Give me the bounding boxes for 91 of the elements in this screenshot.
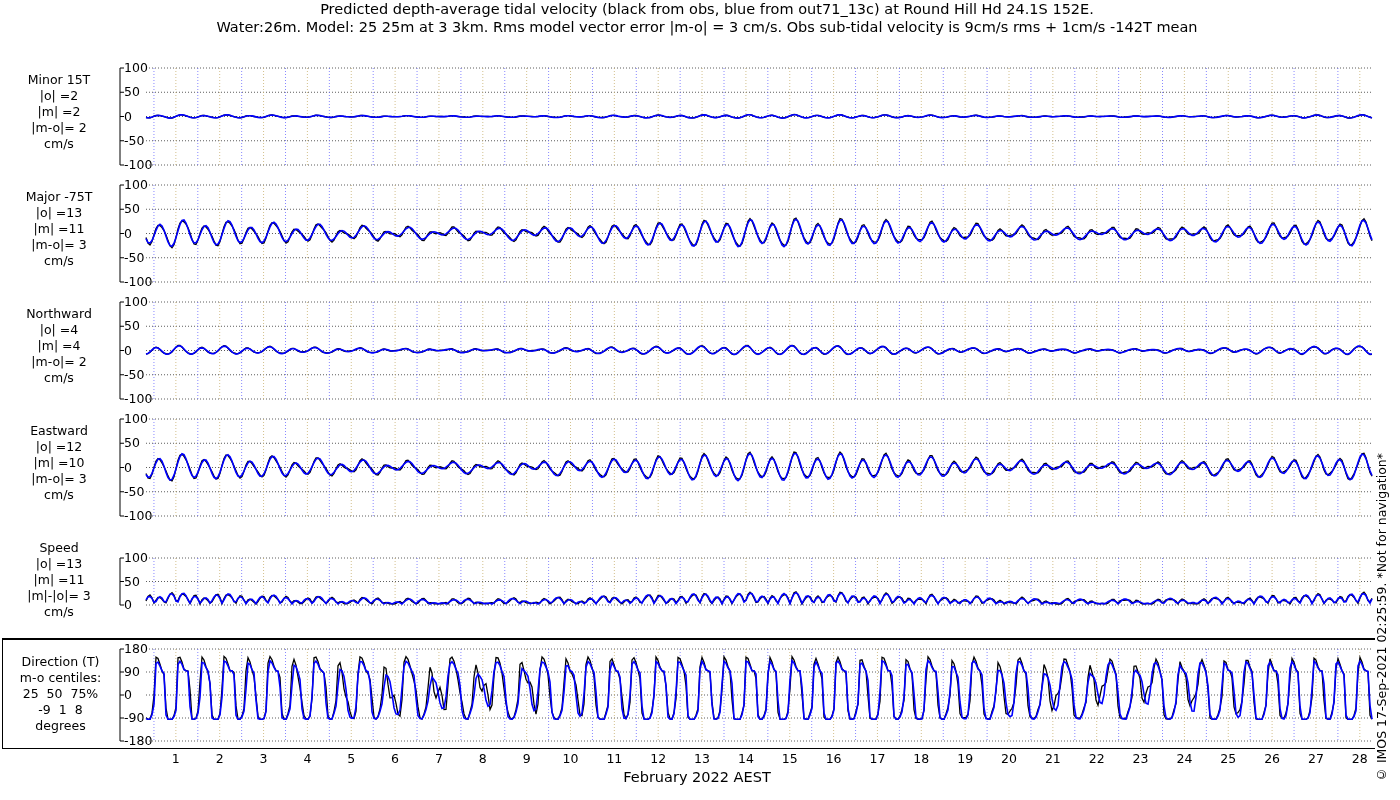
y-tick-label: 100 — [124, 411, 148, 426]
panel-label: |m| =11 — [33, 572, 85, 588]
x-tick-label: 5 — [347, 751, 356, 766]
y-tick-label: -100 — [124, 274, 153, 289]
x-tick-label: 15 — [781, 751, 798, 766]
x-tick-label: 16 — [825, 751, 842, 766]
y-tick-label: 0 — [124, 597, 132, 612]
panel-label: Eastward — [30, 423, 88, 439]
x-tick-label: 2 — [215, 751, 224, 766]
panel-label: |m-o|= 2 — [31, 120, 87, 136]
panel-label: m-o centiles: — [19, 670, 102, 686]
y-tick-label: 50 — [124, 435, 140, 451]
x-tick-label: 14 — [737, 751, 754, 766]
y-tick-label: -50 — [124, 483, 145, 499]
x-tick-label: 23 — [1132, 751, 1149, 766]
y-tick-label: 50 — [124, 201, 140, 217]
y-tick-label: 0 — [124, 342, 132, 358]
panel-label: cm/s — [44, 253, 74, 269]
x-tick-label: 27 — [1308, 751, 1324, 766]
y-tick-label: -50 — [124, 366, 145, 382]
panel-label: 25 50 75% — [22, 686, 99, 702]
panel-label: degrees — [35, 718, 86, 734]
y-tick-label: 0 — [124, 225, 132, 241]
x-axis-label: February 2022 AEST — [622, 769, 772, 785]
panel-label: |m| =4 — [37, 338, 81, 354]
y-tick-label: 100 — [124, 550, 148, 565]
x-tick-label: 13 — [694, 751, 710, 766]
x-tick-label: 19 — [957, 751, 974, 766]
x-tick-label: 12 — [650, 751, 667, 766]
panel-label: cm/s — [44, 604, 74, 620]
y-tick-label: 0 — [124, 459, 132, 475]
x-tick-label: 10 — [562, 751, 579, 766]
chart-title: Predicted depth-average tidal velocity (black from obs, blue from out71_13c) at Round Hill Hd 24.1S 152E. — [320, 0, 1094, 18]
panel-label: Northward — [26, 306, 92, 322]
panel-label: Major -75T — [25, 189, 93, 205]
y-tick-label: 100 — [124, 60, 148, 75]
panel-label: cm/s — [44, 136, 74, 152]
panel-label: Direction (T) — [21, 654, 100, 670]
y-tick-label: 50 — [124, 573, 140, 589]
x-tick-label: 9 — [522, 751, 531, 766]
x-tick-label: 26 — [1264, 751, 1281, 766]
copyright-note: © IMOS 17-Sep-2021 02:25:59. *Not for navigation* — [1374, 452, 1389, 782]
x-tick-label: 8 — [478, 751, 487, 766]
x-tick-label: 11 — [606, 751, 623, 766]
panel-label: |m-o|= 3 — [31, 237, 87, 253]
x-tick-label: 7 — [434, 751, 443, 766]
x-tick-label: 25 — [1220, 751, 1237, 766]
y-tick-label: -90 — [124, 710, 145, 725]
x-tick-label: 1 — [171, 751, 180, 766]
y-tick-label: -100 — [124, 508, 153, 523]
y-tick-label: -180 — [124, 733, 153, 748]
x-tick-label: 4 — [303, 751, 312, 766]
y-tick-label: 50 — [124, 84, 140, 100]
panel-label: |m|-|o|= 3 — [27, 588, 91, 604]
x-tick-label: 20 — [1001, 751, 1017, 766]
y-tick-label: 0 — [124, 108, 132, 124]
y-axis — [119, 557, 125, 606]
panel-label: cm/s — [44, 370, 74, 386]
panel-label: |o| =12 — [35, 439, 83, 455]
y-tick-label: 100 — [124, 294, 148, 309]
y-tick-label: 180 — [124, 641, 148, 656]
y-tick-label: -50 — [124, 249, 145, 265]
panel-label: |m| =10 — [33, 455, 85, 471]
panel-label: |o| =4 — [39, 322, 79, 338]
x-tick-label: 22 — [1088, 751, 1105, 766]
panel-label: Minor 15T — [27, 72, 91, 88]
y-tick-label: 100 — [124, 177, 148, 192]
panel-label: |m| =11 — [33, 221, 85, 237]
y-tick-label: -100 — [124, 157, 153, 172]
y-tick-label: 50 — [124, 318, 140, 334]
x-tick-label: 17 — [869, 751, 886, 766]
panel-label: Speed — [39, 540, 79, 556]
panel-label: -9 1 8 — [38, 702, 83, 718]
panel-label: cm/s — [44, 487, 74, 503]
panel-label: |m-o|= 2 — [31, 354, 87, 370]
x-tick-label: 24 — [1176, 751, 1193, 766]
y-tick-label: 0 — [124, 687, 132, 702]
x-tick-label: 21 — [1044, 751, 1061, 766]
y-tick-label: 90 — [124, 664, 140, 679]
y-tick-label: -100 — [124, 391, 153, 406]
x-tick-label: 18 — [913, 751, 930, 766]
x-tick-label: 3 — [259, 751, 268, 766]
x-tick-label: 6 — [391, 751, 400, 766]
y-tick-label: -50 — [124, 132, 145, 148]
panel-label: |o| =13 — [35, 556, 83, 572]
panel-label: |m-o|= 3 — [31, 471, 87, 487]
chart-title: Water:26m. Model: 25 25m at 3 3km. Rms model vector error |m-o| = 3 cm/s. Obs sub-tidal velocity is 9cm/s rms + 1cm/s -142T mean — [216, 18, 1198, 36]
x-tick-label: 28 — [1351, 751, 1368, 766]
panel-label: |o| =2 — [39, 88, 79, 104]
panel-label: |o| =13 — [35, 205, 83, 221]
panel-label: |m| =2 — [37, 104, 81, 120]
